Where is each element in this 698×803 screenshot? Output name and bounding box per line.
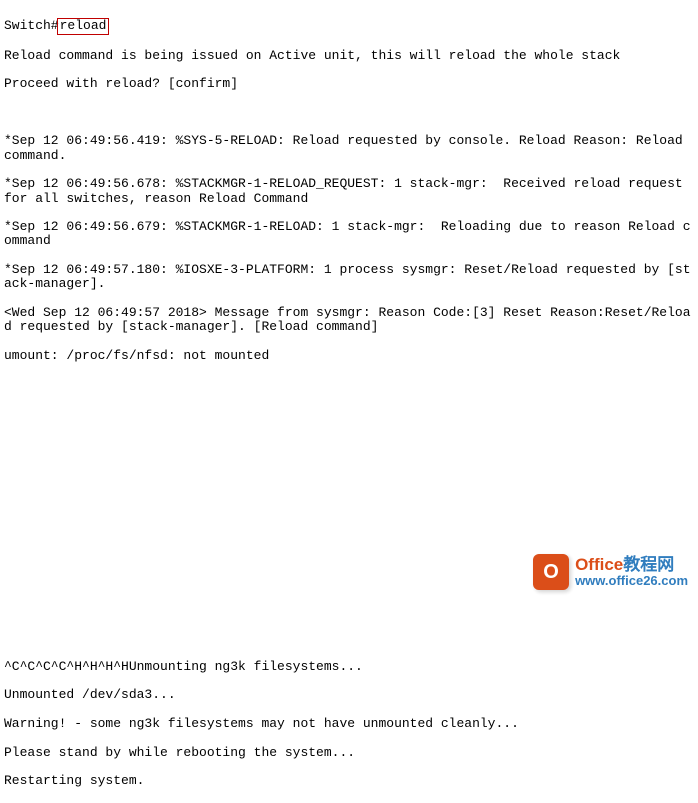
output-line: Proceed with reload? [confirm] (4, 77, 694, 91)
command-highlight: reload (57, 18, 110, 34)
terminal-output: Switch#reload Reload command is being is… (4, 4, 694, 803)
output-line: Warning! - some ng3k filesystems may not… (4, 717, 694, 731)
output-line: ^C^C^C^C^H^H^H^HUnmounting ng3k filesyst… (4, 660, 694, 674)
output-line: Reload command is being issued on Active… (4, 49, 694, 63)
output-line: Unmounted /dev/sda3... (4, 688, 694, 702)
watermark-url: www.office26.com (575, 574, 688, 588)
output-line: umount: /proc/fs/nfsd: not mounted (4, 349, 694, 363)
watermark: O Office教程网 www.office26.com (533, 554, 688, 590)
output-line: Restarting system. (4, 774, 694, 788)
office-logo-icon: O (533, 554, 569, 590)
output-line: <Wed Sep 12 06:49:57 2018> Message from … (4, 306, 694, 335)
logo-letter: O (543, 561, 559, 583)
output-line: *Sep 12 06:49:57.180: %IOSXE-3-PLATFORM:… (4, 263, 694, 292)
watermark-title: Office教程网 (575, 556, 688, 575)
command-text: reload (60, 18, 107, 33)
output-line: *Sep 12 06:49:56.678: %STACKMGR-1-RELOAD… (4, 177, 694, 206)
output-line: Please stand by while rebooting the syst… (4, 746, 694, 760)
shell-prompt[interactable]: Switch# (4, 18, 59, 33)
output-line: *Sep 12 06:49:56.679: %STACKMGR-1-RELOAD… (4, 220, 694, 249)
output-line: *Sep 12 06:49:56.419: %SYS-5-RELOAD: Rel… (4, 134, 694, 163)
watermark-text: Office教程网 www.office26.com (575, 556, 688, 589)
